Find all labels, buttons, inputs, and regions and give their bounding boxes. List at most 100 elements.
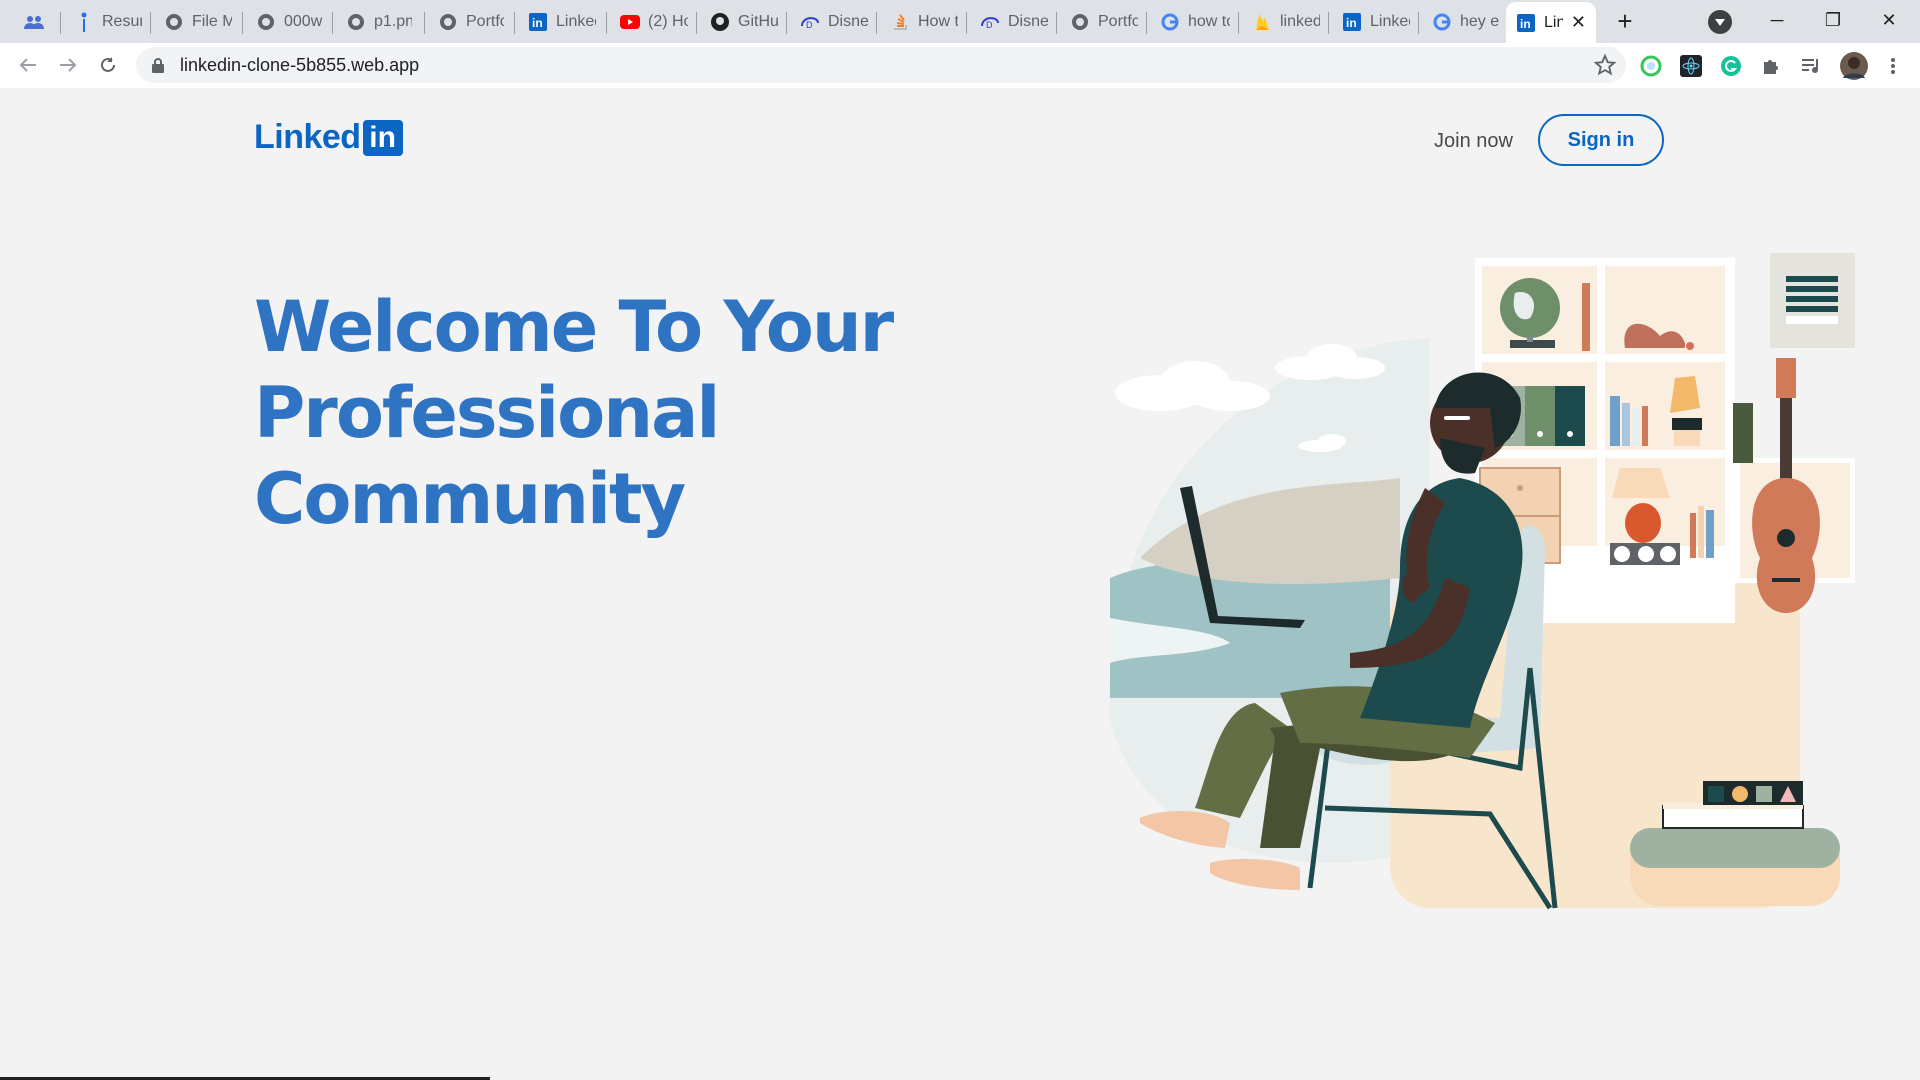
tab-title: Resun [102,13,142,30]
linkedin-icon: in [528,12,548,32]
grammarly-icon[interactable] [1720,55,1742,77]
linkedin-icon: in [1342,12,1362,32]
hero-line-2: Professional Community [254,372,720,540]
tab-separator [1328,12,1329,34]
tab-12[interactable]: Portfo [1060,4,1148,40]
tab-0[interactable] [14,4,58,40]
browser-menu-icon[interactable] [1882,55,1904,77]
svg-text:in: in [532,16,543,30]
tab-separator [786,12,787,34]
tab-10[interactable]: How t [880,4,968,40]
logo-wordmark: Linked [254,118,361,156]
address-bar[interactable]: linkedin-clone-5b855.web.app [136,47,1626,83]
svg-text:in: in [1520,17,1531,31]
join-now-link[interactable]: Join now [1434,130,1513,153]
tab-title: How t [918,13,958,30]
tab-1[interactable]: Resun [64,4,152,40]
cloud-icon [1115,361,1270,411]
forward-arrow-icon [60,58,77,72]
linkedin-logo[interactable]: Linked in [254,118,403,157]
tab-13[interactable]: how to [1150,4,1240,40]
back-arrow-icon [19,58,36,72]
tab-title: linked [1280,13,1320,30]
browser-toolbar: linkedin-clone-5b855.web.app [0,43,1920,89]
tab-separator [332,12,333,34]
disney-icon: D [800,12,820,32]
tab-title: Disne [828,13,868,30]
tab-8[interactable]: GitHu [700,4,788,40]
react-devtools-icon[interactable] [1680,55,1702,77]
minimize-button[interactable]: ─ [1754,0,1800,40]
tab-title: Linked [1370,13,1410,30]
svg-text:D: D [806,20,813,30]
tab-14[interactable]: linked [1242,4,1330,40]
linkedin-icon: in [1516,13,1536,33]
hero-line-1: Welcome To Your [254,286,894,368]
book [1582,283,1590,351]
hero-illustration [1109,253,1855,910]
tab-7[interactable]: (2) Ho [610,4,698,40]
tab-separator [1056,12,1057,34]
books [1690,506,1714,558]
tab-4[interactable]: p1.pn [336,4,422,40]
tab-title: Disne [1008,13,1048,30]
tab-title: File M [192,13,232,30]
tab-separator [876,12,877,34]
stackoverflow-icon [890,12,910,32]
tab-title: Linked [556,13,596,30]
globe-icon [438,12,458,32]
tab-11[interactable]: D Disne [970,4,1058,40]
page-content: Linked in Join now Sign in Welcome To Yo… [0,88,1920,1078]
tab-3[interactable]: 000we [246,4,332,40]
tab-title: p1.pn [374,13,412,30]
tab-6[interactable]: in Linked [518,4,606,40]
tab-search-button[interactable] [1708,10,1732,34]
hero-heading: Welcome To Your Professional Community [254,284,1054,542]
back-button[interactable] [12,49,44,81]
tab-separator [514,12,515,34]
reload-button[interactable] [92,49,124,81]
tab-separator [150,12,151,34]
reload-icon [101,57,115,72]
svg-text:D: D [986,20,993,30]
window-close-button[interactable]: ✕ [1866,0,1912,40]
maximize-button[interactable]: ❐ [1810,0,1856,40]
tab-separator [606,12,607,34]
tab-2[interactable]: File M [154,4,242,40]
chevron-down-icon [1715,18,1725,26]
tab-separator [966,12,967,34]
forward-button[interactable] [52,49,84,81]
tab-separator [424,12,425,34]
tab-title: Portfo [1098,13,1138,30]
tab-separator [242,12,243,34]
media-queue-icon[interactable] [1800,55,1822,77]
svg-text:in: in [1346,16,1357,30]
book [1733,403,1753,463]
tab-title: 000we [284,13,322,30]
tab-title: GitHu [738,13,778,30]
sign-in-button[interactable]: Sign in [1538,114,1664,166]
tab-17-active[interactable]: in Lin ✕ [1506,2,1596,43]
youtube-icon [620,12,640,32]
profile-avatar[interactable] [1840,52,1868,80]
new-tab-button[interactable]: + [1610,6,1640,36]
puzzle-extensions-icon[interactable] [1760,55,1782,77]
github-icon [710,12,730,32]
globe-icon [164,12,184,32]
close-tab-icon[interactable]: ✕ [1571,12,1586,33]
lock-icon [150,57,166,73]
url-text[interactable]: linkedin-clone-5b855.web.app [180,55,419,76]
tab-separator [1418,12,1419,34]
firebase-icon [1252,12,1272,32]
tab-15[interactable]: in Linked [1332,4,1420,40]
extension-circle-icon[interactable] [1640,55,1662,77]
disney-icon: D [980,12,1000,32]
people-icon [24,12,44,32]
bookmark-star-icon[interactable] [1593,53,1617,76]
tab-5[interactable]: Portfo [428,4,514,40]
google-icon [1432,12,1452,32]
tab-9[interactable]: D Disne [790,4,878,40]
tab-separator [1238,12,1239,34]
tab-separator [696,12,697,34]
tab-16[interactable]: hey er [1422,4,1510,40]
